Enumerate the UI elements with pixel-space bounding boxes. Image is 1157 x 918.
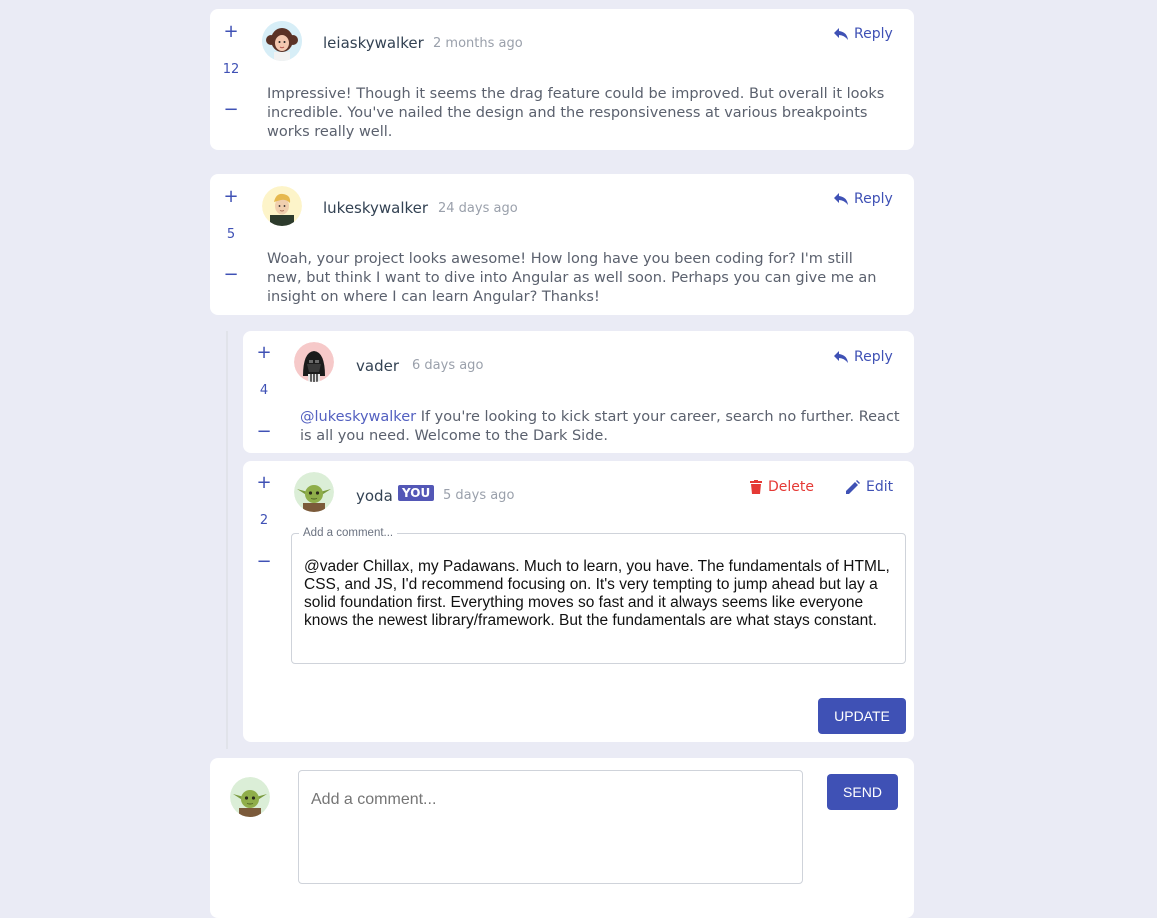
reply-button[interactable]: Reply xyxy=(834,349,893,365)
new-comment-input[interactable] xyxy=(298,770,803,884)
upvote-button[interactable]: + xyxy=(249,344,279,362)
upvote-button[interactable]: + xyxy=(216,23,246,41)
timestamp: 2 months ago xyxy=(433,36,523,51)
timestamp: 24 days ago xyxy=(438,201,518,216)
reply-label: Reply xyxy=(854,191,893,207)
delete-label: Delete xyxy=(768,479,814,495)
downvote-button[interactable]: − xyxy=(216,266,246,284)
username[interactable]: yoda xyxy=(356,487,393,505)
comment-text: Woah, your project looks awesome! How lo… xyxy=(267,251,877,305)
upvote-button[interactable]: + xyxy=(249,474,279,492)
edit-comment-field[interactable]: Add a comment... @vader Chillax, my Pada… xyxy=(291,527,906,664)
new-comment-card: SEND xyxy=(210,758,914,918)
edit-label: Edit xyxy=(866,479,894,495)
edit-button[interactable]: Edit xyxy=(846,479,893,495)
upvote-button[interactable]: + xyxy=(216,188,246,206)
score: 4 xyxy=(259,383,269,398)
comment-text: Impressive! Though it seems the drag fea… xyxy=(267,86,885,140)
comment-card: + 5 − lukeskywalker 24 days ago Reply Wo… xyxy=(210,174,914,315)
comment-text: @lukeskywalker If you're looking to kick… xyxy=(300,408,900,446)
reply-button[interactable]: Reply xyxy=(834,191,893,207)
send-button[interactable]: SEND xyxy=(827,774,898,810)
avatar xyxy=(262,186,302,226)
you-badge: YOU xyxy=(398,485,435,501)
update-button[interactable]: UPDATE xyxy=(818,698,906,734)
comment-card: + 12 − leiaskywalker 2 months ago Reply … xyxy=(210,9,914,150)
downvote-button[interactable]: − xyxy=(249,423,279,441)
reply-button[interactable]: Reply xyxy=(834,26,893,42)
username[interactable]: lukeskywalker xyxy=(323,199,428,217)
reply-label: Reply xyxy=(854,26,893,42)
avatar-vader-icon xyxy=(294,342,334,382)
username[interactable]: vader xyxy=(356,357,399,375)
timestamp: 5 days ago xyxy=(443,488,515,503)
avatar xyxy=(294,472,334,512)
reply-label: Reply xyxy=(854,349,893,365)
mention-link[interactable]: @lukeskywalker xyxy=(300,409,416,425)
avatar-yoda-icon xyxy=(230,777,270,817)
username[interactable]: leiaskywalker xyxy=(323,34,424,52)
pencil-icon xyxy=(846,480,860,494)
current-user-avatar xyxy=(230,777,270,817)
avatar-yoda-icon xyxy=(294,472,334,512)
thread-line xyxy=(226,331,228,749)
vote-control: + 5 − xyxy=(216,174,246,315)
edit-card: + 2 − yoda YOU 5 days ago Delete Edit Ad… xyxy=(243,461,914,742)
reply-icon xyxy=(834,351,848,363)
vote-control: + 4 − xyxy=(249,331,279,453)
edit-comment-text[interactable]: @vader Chillax, my Padawans. Much to lea… xyxy=(304,558,894,630)
score: 12 xyxy=(222,62,240,77)
downvote-button[interactable]: − xyxy=(249,553,279,571)
reply-card: + 4 − vader 6 days ago Reply @lukeskywal… xyxy=(243,331,914,453)
avatar xyxy=(262,21,302,61)
delete-button[interactable]: Delete xyxy=(750,479,814,495)
score: 2 xyxy=(259,513,269,528)
edit-field-label: Add a comment... xyxy=(303,527,394,539)
trash-icon xyxy=(750,480,762,494)
timestamp: 6 days ago xyxy=(412,358,484,373)
avatar-leia-icon xyxy=(262,21,302,61)
score: 5 xyxy=(226,227,236,242)
reply-icon xyxy=(834,28,848,40)
reply-icon xyxy=(834,193,848,205)
avatar-luke-icon xyxy=(262,186,302,226)
vote-control: + 2 − xyxy=(249,461,279,742)
downvote-button[interactable]: − xyxy=(216,101,246,119)
vote-control: + 12 − xyxy=(216,9,246,150)
avatar xyxy=(294,342,334,382)
